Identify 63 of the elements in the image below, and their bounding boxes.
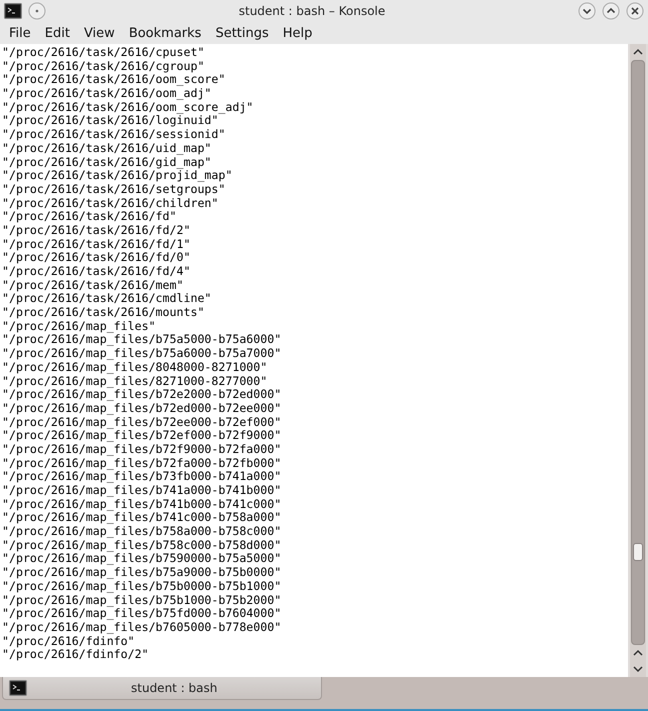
menu-item[interactable]: File bbox=[2, 26, 38, 40]
terminal-line: "/proc/2616/task/2616/oom_adj" bbox=[2, 87, 212, 101]
terminal-line: "/proc/2616/task/2616/fd/4" bbox=[2, 265, 192, 279]
terminal-line: "/proc/2616/map_files/b72ee000-b72ef000" bbox=[2, 416, 282, 430]
scrollbar[interactable] bbox=[630, 44, 646, 677]
terminal-line: "/proc/2616/task/2616/cgroup" bbox=[2, 60, 206, 74]
menu-item[interactable]: Help bbox=[276, 26, 320, 40]
terminal-line: "/proc/2616/map_files/b7605000-b778e000" bbox=[2, 620, 282, 635]
terminal-line: "/proc/2616/map_files/b75a6000-b75a7000" bbox=[2, 347, 282, 361]
terminal-line: "/proc/2616/map_files" bbox=[2, 320, 157, 334]
terminal-line: "/proc/2616/task/2616/gid_map" bbox=[2, 156, 212, 170]
terminal-line: "/proc/2616/map_files/b741a000-b741b000" bbox=[2, 484, 282, 498]
terminal-line: "/proc/2616/map_files/b75a5000-b75a6000" bbox=[2, 333, 282, 348]
terminal-line: "/proc/2616/map_files/b72fa000-b72fb000" bbox=[2, 456, 282, 470]
terminal-line: "/proc/2616/task/2616/projid_map" bbox=[2, 169, 234, 183]
menu-item[interactable]: View bbox=[76, 26, 122, 40]
terminal-line: "/proc/2616/map_files/b72ef000-b72f9000" bbox=[2, 429, 282, 443]
scroll-up-icon[interactable] bbox=[633, 649, 643, 657]
terminal-line: "/proc/2616/task/2616/sessionid" bbox=[2, 128, 226, 142]
window-title: student : bash – Konsole bbox=[238, 4, 386, 18]
terminal-line: "/proc/2616/map_files/b7590000-b75a5000" bbox=[2, 552, 282, 566]
menu-item[interactable]: Edit bbox=[38, 26, 77, 40]
scroll-thumb[interactable] bbox=[633, 543, 643, 561]
terminal-line: "/proc/2616/map_files/b75b1000-b75b2000" bbox=[2, 594, 282, 608]
terminal-line: "/proc/2616/task/2616/fd/1" bbox=[2, 238, 192, 252]
terminal-line: "/proc/2616/map_files/b72e2000-b72ed000" bbox=[2, 388, 282, 402]
terminal-line: "/proc/2616/task/2616/setgroups" bbox=[2, 182, 226, 197]
terminal-icon bbox=[9, 680, 27, 696]
terminal-line: "/proc/2616/task/2616/oom_score" bbox=[2, 73, 226, 88]
terminal-line: "/proc/2616/task/2616/loginuid" bbox=[2, 114, 218, 128]
terminal-line: "/proc/2616/map_files/b741b000-b741c000" bbox=[2, 498, 282, 512]
terminal-line: "/proc/2616/map_files/b75a9000-b75b0000" bbox=[2, 566, 282, 580]
scroll-up-icon[interactable] bbox=[633, 48, 643, 56]
terminal-icon[interactable] bbox=[4, 3, 22, 19]
terminal-line: "/proc/2616/task/2616/uid_map" bbox=[2, 142, 212, 156]
maximize-button[interactable] bbox=[602, 2, 620, 20]
terminal-line: "/proc/2616/task/2616/fd" bbox=[2, 210, 177, 224]
terminal-line: "/proc/2616/map_files/b758c000-b758d000" bbox=[2, 538, 282, 552]
terminal-line: "/proc/2616/map_files/b758a000-b758c000" bbox=[2, 525, 282, 539]
terminal-line: "/proc/2616/map_files/8048000-8271000" bbox=[2, 360, 268, 374]
terminal-line: "/proc/2616/task/2616/oom_score_adj" bbox=[2, 100, 254, 114]
terminal-line: "/proc/2616/map_files/b75b0000-b75b1000" bbox=[2, 580, 282, 594]
menu-item[interactable]: Bookmarks bbox=[122, 26, 208, 40]
scroll-down-icon[interactable] bbox=[633, 665, 643, 673]
terminal-line: "/proc/2616/fdinfo" bbox=[2, 634, 135, 648]
minimize-button[interactable] bbox=[578, 2, 596, 20]
terminal-line: "/proc/2616/map_files/b72f9000-b72fa000" bbox=[2, 442, 282, 457]
terminal-line: "/proc/2616/map_files/b75fd000-b7604000" bbox=[2, 607, 282, 621]
terminal-line: "/proc/2616/task/2616/fd/2" bbox=[2, 224, 192, 238]
terminal-line: "/proc/2616/fdinfo/2" bbox=[2, 648, 150, 662]
terminal-line: "/proc/2616/map_files/b72ed000-b72ee000" bbox=[2, 402, 282, 416]
terminal-line: "/proc/2616/task/2616/mounts" bbox=[2, 306, 206, 320]
close-button[interactable] bbox=[626, 2, 644, 20]
terminal-line: "/proc/2616/task/2616/cmdline" bbox=[2, 292, 212, 306]
terminal-line: "/proc/2616/map_files/8271000-8277000" bbox=[2, 374, 268, 388]
terminal-line: "/proc/2616/map_files/b741c000-b758a000" bbox=[2, 511, 282, 526]
terminal-line: "/proc/2616/task/2616/children" bbox=[2, 196, 220, 210]
menu-item[interactable]: Settings bbox=[208, 26, 276, 40]
terminal-line: "/proc/2616/task/2616/fd/0" bbox=[2, 251, 192, 265]
terminal-line: "/proc/2616/task/2616/mem" bbox=[2, 278, 184, 292]
terminal-line: "/proc/2616/map_files/b73fb000-b741a000" bbox=[2, 470, 282, 484]
terminal-line: "/proc/2616/task/2616/cpuset" bbox=[2, 46, 206, 60]
tab[interactable]: student : bash bbox=[2, 677, 322, 700]
